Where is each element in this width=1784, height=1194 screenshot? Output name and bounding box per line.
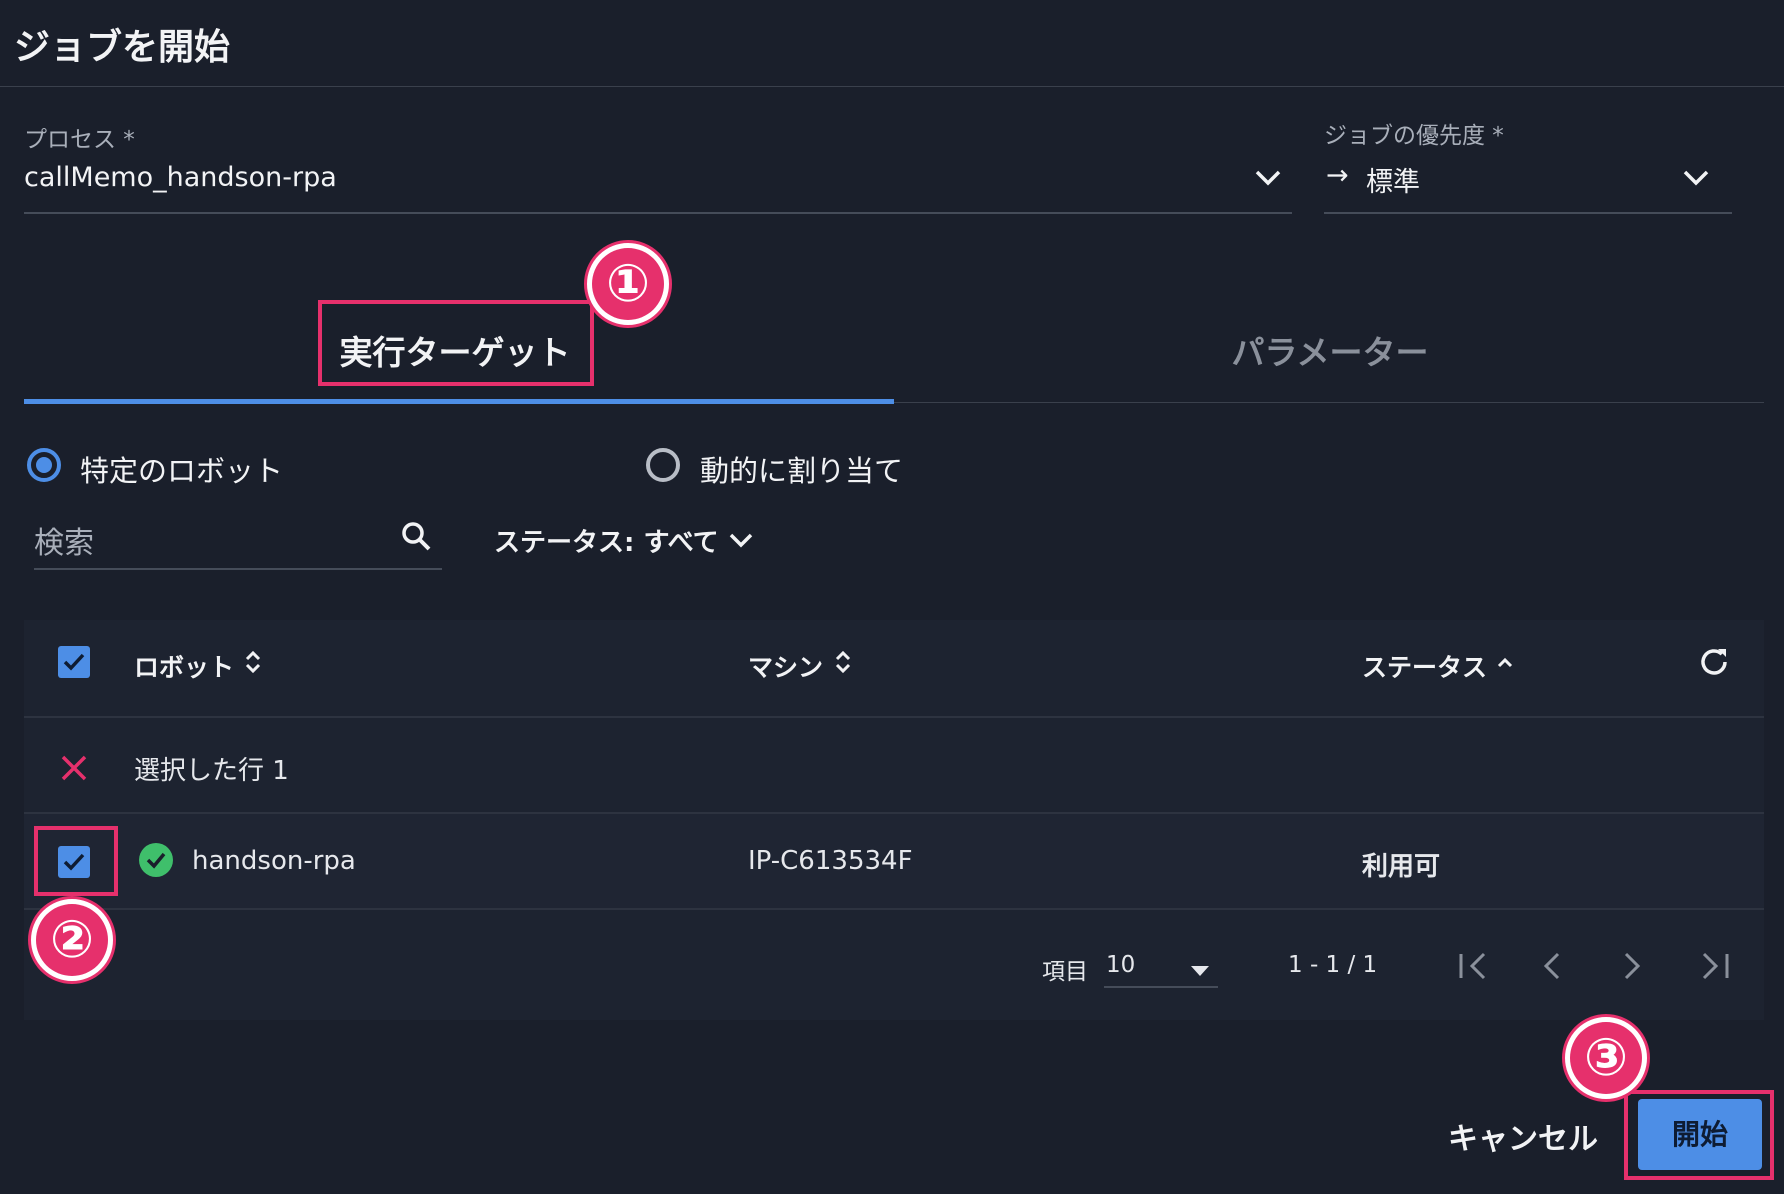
chevron-down-icon <box>1254 168 1282 188</box>
radio-dynamic-allocation-label: 動的に割り当て <box>700 454 904 488</box>
sort-icon[interactable] <box>244 648 262 680</box>
page-size-underline <box>1104 986 1218 988</box>
items-per-page-label: 項目 <box>1042 959 1088 985</box>
process-underline <box>24 212 1292 214</box>
refresh-icon[interactable] <box>1696 644 1732 684</box>
search-icon <box>400 520 432 556</box>
select-all-checkbox[interactable] <box>58 646 90 678</box>
annotation-badge-3: ③ <box>1562 1014 1650 1102</box>
dialog-title: ジョブを開始 <box>14 27 231 68</box>
radio-dynamic-allocation[interactable] <box>646 448 680 482</box>
row-machine-name: IP-C613534F <box>748 846 913 876</box>
page-size-value: 10 <box>1106 952 1136 978</box>
priority-value: 標準 <box>1366 167 1420 198</box>
radio-specific-robot[interactable] <box>27 448 61 482</box>
page-size-select[interactable]: 10 <box>1104 940 1218 986</box>
priority-label: ジョブの優先度 * <box>1324 123 1504 149</box>
sort-ascending-icon[interactable] <box>1496 654 1514 673</box>
tab-parameters[interactable]: パラメーター <box>1190 326 1470 374</box>
search-underline <box>34 568 442 570</box>
next-page-icon[interactable] <box>1620 950 1644 982</box>
row-status: 利用可 <box>1362 852 1441 882</box>
previous-page-icon[interactable] <box>1540 950 1564 982</box>
sort-icon[interactable] <box>834 648 852 680</box>
radio-specific-robot-label: 特定のロボット <box>80 454 284 488</box>
priority-underline <box>1324 212 1732 214</box>
column-header-robot[interactable]: ロボット <box>134 648 234 684</box>
priority-select[interactable]: → 標準 <box>1324 150 1732 212</box>
annotation-badge-1: ① <box>584 240 672 328</box>
cancel-button[interactable]: キャンセル <box>1448 1114 1598 1158</box>
process-label: プロセス * <box>24 127 135 153</box>
header-divider <box>24 716 1764 718</box>
first-page-icon[interactable] <box>1456 950 1492 982</box>
column-header-status[interactable]: ステータス <box>1362 648 1487 684</box>
column-header-machine[interactable]: マシン <box>748 648 823 684</box>
selected-rows-count: 選択した行 1 <box>134 756 289 786</box>
highlight-box <box>318 300 594 386</box>
caret-down-icon <box>1190 962 1210 981</box>
title-divider <box>0 86 1784 87</box>
last-page-icon[interactable] <box>1696 950 1732 982</box>
annotation-badge-2: ② <box>28 896 116 984</box>
chevron-down-icon[interactable] <box>728 532 754 550</box>
tab-active-indicator <box>24 399 894 404</box>
process-select[interactable]: callMemo_handson-rpa <box>24 150 1292 215</box>
search-placeholder: 検索 <box>34 526 94 561</box>
clear-selection-icon[interactable] <box>58 752 90 788</box>
check-circle-icon <box>138 842 174 882</box>
pagination-range: 1 - 1 / 1 <box>1288 952 1378 978</box>
status-filter-dropdown[interactable]: ステータス: すべて <box>494 522 719 562</box>
row-robot-name: handson-rpa <box>192 846 356 876</box>
process-value: callMemo_handson-rpa <box>24 162 337 193</box>
chevron-down-icon <box>1682 168 1710 188</box>
priority-arrow-icon: → <box>1326 160 1349 191</box>
highlight-box <box>1624 1090 1774 1180</box>
highlight-box <box>34 826 118 896</box>
search-input[interactable]: 検索 <box>34 510 442 570</box>
row-divider <box>24 908 1764 910</box>
status-filter-label: ステータス: すべて <box>494 528 719 558</box>
